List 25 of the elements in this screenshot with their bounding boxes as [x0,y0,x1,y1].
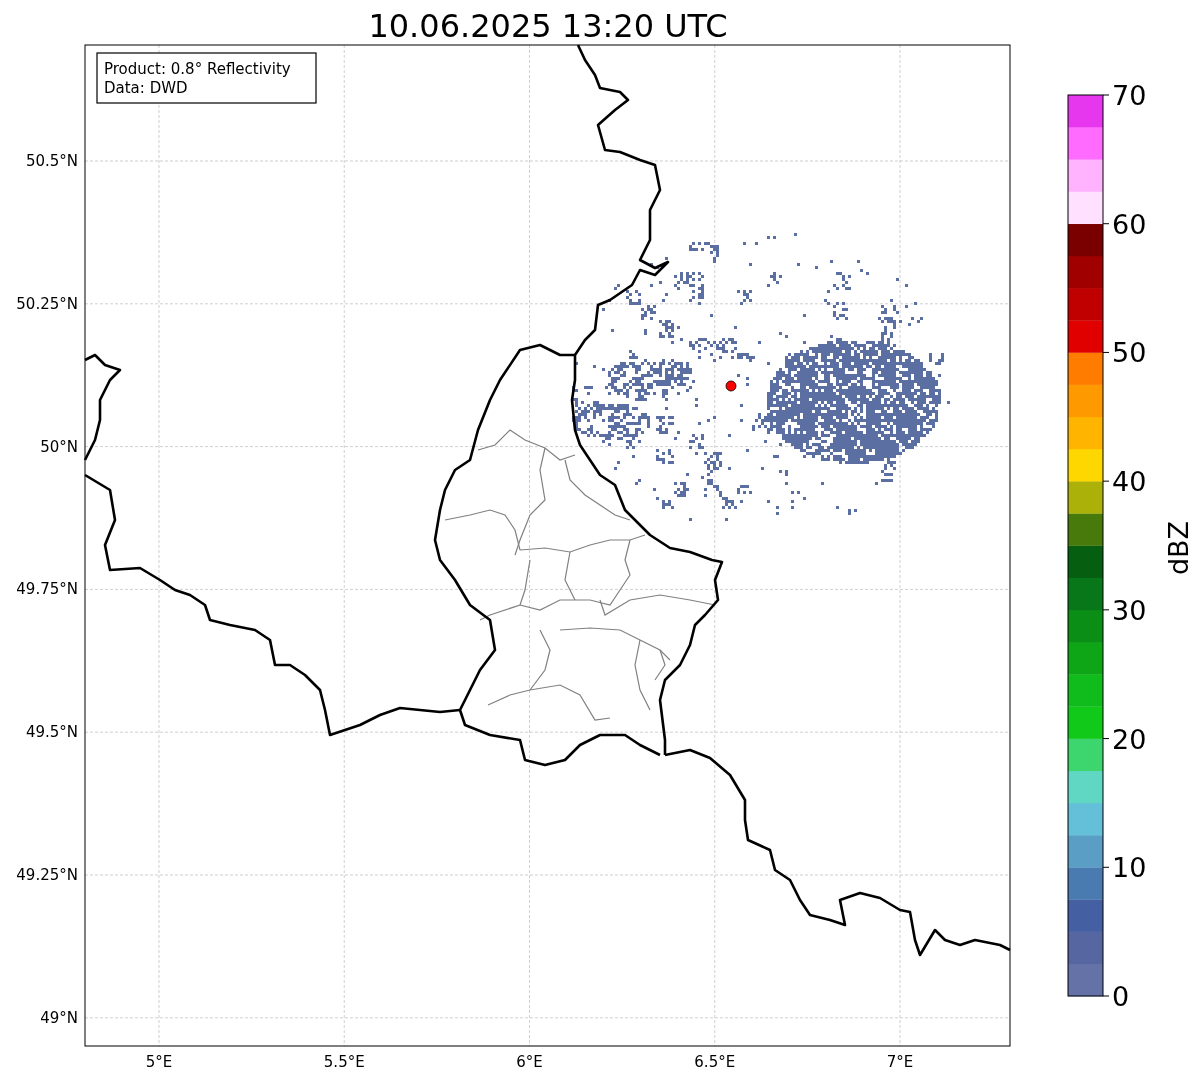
axis-tick-label: 6.5°E [694,1053,736,1071]
axis-tick-label: 6°E [516,1053,543,1071]
colorbar-tick-label: 70 [1112,80,1147,111]
axis-tick-label: 49.25°N [16,866,78,884]
axis-tick-label: 49°N [40,1008,78,1027]
axis-tick-label: 5°E [145,1053,173,1071]
axis-tick-label: 7°E [886,1053,914,1071]
axis-tick-label: 49.5°N [25,723,78,742]
info-text: Product: 0.8° Reflectivity [104,60,291,78]
axis-tick-label: 50.25°N [16,294,78,313]
colorbar-tick-label: 20 [1112,723,1147,755]
colorbar-tick-label: 10 [1112,852,1147,884]
colorbar-label: dBZ [1163,520,1194,576]
colorbar-tick-label: 40 [1112,466,1147,498]
axis-tick-label: 50.5°N [25,152,78,170]
axis-tick-label: 50°N [40,437,78,456]
info-text: Data: DWD [104,79,188,97]
colorbar-tick-label: 0 [1112,981,1130,1012]
axis-tick-label: 5.5°E [323,1053,365,1071]
axis-tick-label: 49.75°N [16,580,78,599]
radar-site-icon [725,380,737,392]
colorbar-tick-label: 60 [1112,208,1147,240]
plot-title: 10.06.2025 13:20 UTC [368,7,728,45]
colorbar-tick-label: 50 [1112,337,1147,369]
colorbar-tick-label: 30 [1112,594,1147,626]
